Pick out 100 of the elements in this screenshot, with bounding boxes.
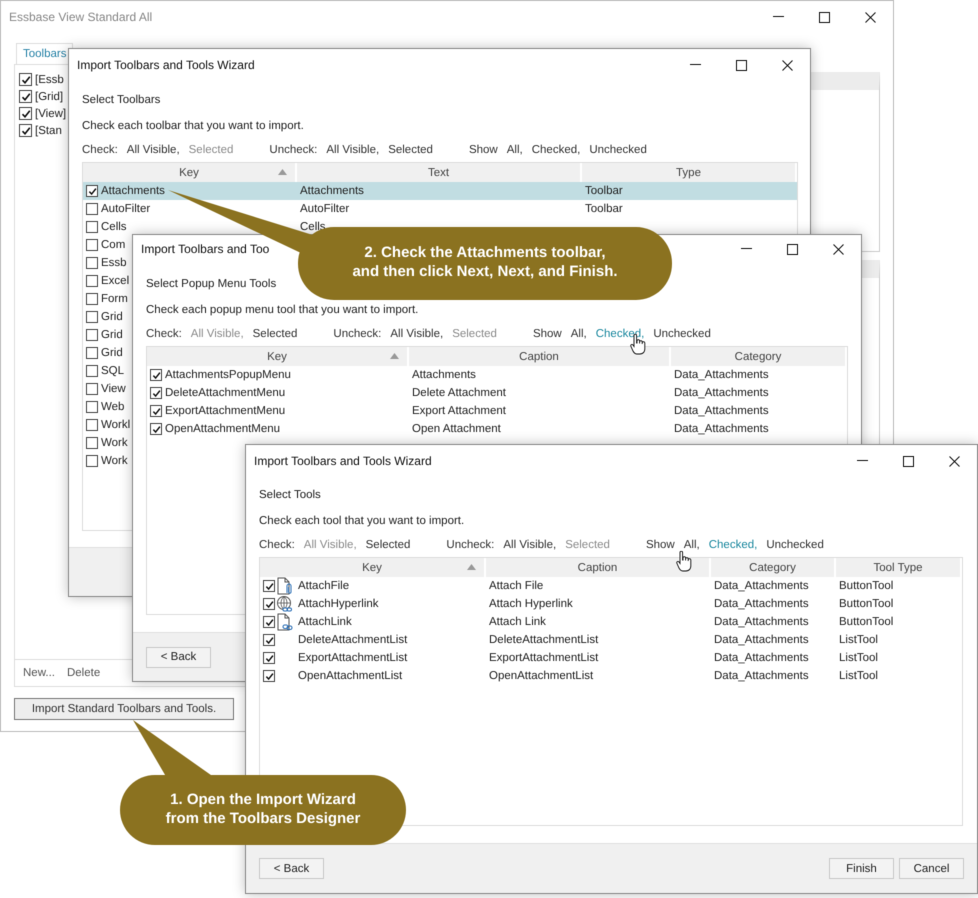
checkbox[interactable] bbox=[263, 634, 275, 646]
callout-text: 1. Open the Import Wizard bbox=[170, 790, 356, 809]
table-cell: Delete Attachment bbox=[412, 387, 506, 399]
table-cell: Workl bbox=[101, 419, 130, 431]
checkbox[interactable] bbox=[86, 185, 98, 197]
checkbox[interactable] bbox=[86, 365, 98, 377]
filter-link[interactable]: All, bbox=[684, 539, 700, 551]
column-header[interactable]: Category bbox=[671, 347, 847, 366]
dialog-button[interactable]: Cancel bbox=[899, 858, 964, 879]
filter-link[interactable]: Selected bbox=[388, 144, 433, 156]
table-cell: Attachments bbox=[101, 185, 165, 197]
close-icon bbox=[832, 244, 844, 254]
filter-link[interactable]: Unchecked bbox=[589, 144, 647, 156]
column-header[interactable]: Category bbox=[711, 558, 836, 577]
step-title: Select Toolbars bbox=[82, 93, 162, 108]
filter-link[interactable]: Checked, bbox=[708, 539, 758, 551]
checkbox[interactable] bbox=[86, 239, 98, 251]
checkbox[interactable] bbox=[86, 329, 98, 341]
table-cell: Export Attachment bbox=[412, 405, 506, 417]
checkbox[interactable] bbox=[263, 580, 275, 592]
minimize-icon bbox=[740, 248, 752, 250]
checkbox[interactable] bbox=[86, 383, 98, 395]
table-cell: Grid bbox=[101, 329, 123, 341]
instruction-text: Check each toolbar that you want to import. bbox=[82, 119, 305, 134]
table-cell: Toolbar bbox=[585, 185, 623, 197]
tab[interactable]: Toolbars bbox=[16, 43, 74, 64]
table-cell: Data_Attachments bbox=[674, 405, 769, 417]
table-cell: ButtonTool bbox=[839, 598, 894, 610]
filter-link[interactable]: All Visible, bbox=[326, 144, 380, 156]
checkbox[interactable] bbox=[150, 387, 162, 399]
dialog-button[interactable]: < Back bbox=[146, 646, 211, 668]
table-cell: Grid bbox=[101, 347, 123, 359]
table-cell: Attachments bbox=[412, 369, 476, 381]
checkbox[interactable] bbox=[86, 257, 98, 269]
checkbox[interactable] bbox=[263, 670, 275, 682]
column-header[interactable]: Key bbox=[147, 347, 409, 366]
filter-link[interactable]: Checked, bbox=[596, 328, 644, 340]
callout-text: from the Toolbars Designer bbox=[166, 809, 360, 828]
filter-link[interactable]: All Visible, bbox=[503, 539, 556, 551]
table-cell: Com bbox=[101, 239, 126, 251]
filter-link[interactable]: All Visible, bbox=[390, 328, 444, 340]
callout-text: and then click Next, Next, and Finish. bbox=[352, 262, 618, 281]
checkbox[interactable] bbox=[86, 221, 98, 233]
filter-link[interactable]: All, bbox=[570, 328, 587, 340]
checkbox[interactable] bbox=[86, 455, 98, 467]
checkbox[interactable] bbox=[263, 598, 275, 610]
callout-text: 2. Check the Attachments toolbar, bbox=[364, 243, 606, 262]
filter-link[interactable]: Unchecked bbox=[653, 328, 711, 340]
filter-link[interactable]: Checked, bbox=[532, 144, 580, 156]
checkbox[interactable] bbox=[86, 401, 98, 413]
checkbox[interactable] bbox=[86, 293, 98, 305]
filter-link[interactable]: Unchecked bbox=[766, 539, 824, 551]
toolbar-label: [Grid] bbox=[35, 90, 64, 102]
checkbox[interactable] bbox=[86, 311, 98, 323]
file-link-icon bbox=[276, 613, 293, 631]
checkbox[interactable] bbox=[86, 347, 98, 359]
checkbox[interactable] bbox=[86, 275, 98, 287]
checkbox[interactable] bbox=[86, 419, 98, 431]
toolbar-label: [Essb bbox=[35, 74, 64, 86]
step-title: Select Popup Menu Tools bbox=[146, 277, 278, 292]
panel-link[interactable]: New... bbox=[23, 667, 55, 679]
minimize-icon bbox=[772, 16, 784, 18]
table-cell: OpenAttachmentList bbox=[298, 670, 402, 682]
dialog-button[interactable]: Finish bbox=[829, 858, 894, 879]
maximize-icon bbox=[902, 456, 914, 466]
checkbox[interactable] bbox=[19, 90, 32, 103]
filter-link[interactable]: Selected bbox=[252, 328, 298, 340]
checkbox[interactable] bbox=[19, 107, 32, 120]
filter-label: Check: bbox=[146, 328, 182, 340]
checkbox[interactable] bbox=[150, 369, 162, 381]
table-cell: Data_Attachments bbox=[674, 387, 769, 399]
table-cell: Attach Hyperlink bbox=[489, 598, 573, 610]
checkbox[interactable] bbox=[86, 203, 98, 215]
table-cell: Data_Attachments bbox=[714, 652, 809, 664]
checkbox[interactable] bbox=[19, 124, 32, 137]
import-button[interactable]: Import Standard Toolbars and Tools. bbox=[14, 698, 234, 720]
globe-link-icon bbox=[276, 595, 293, 613]
checkbox[interactable] bbox=[263, 652, 275, 664]
step-title: Select Tools bbox=[259, 488, 322, 503]
table-cell: DeleteAttachmentList bbox=[298, 634, 408, 646]
filter-link[interactable]: All, bbox=[506, 144, 523, 156]
dialog-button[interactable]: < Back bbox=[259, 858, 324, 879]
checkbox[interactable] bbox=[86, 437, 98, 449]
filter-link[interactable]: All Visible, bbox=[126, 144, 180, 156]
hand-cursor-icon bbox=[676, 551, 692, 572]
table-cell: Open Attachment bbox=[412, 423, 501, 435]
checkbox[interactable] bbox=[150, 405, 162, 417]
checkbox[interactable] bbox=[150, 423, 162, 435]
filter-label: Check: bbox=[259, 539, 295, 551]
close-icon bbox=[948, 456, 960, 466]
selected-row[interactable]: Attachments Attachments Toolbar bbox=[83, 182, 797, 200]
table-cell: Data_Attachments bbox=[674, 369, 769, 381]
maximize-icon bbox=[818, 12, 830, 22]
table-cell: Web bbox=[101, 401, 124, 413]
column-header[interactable]: Tool Type bbox=[836, 558, 962, 577]
filter-link[interactable]: Selected bbox=[366, 539, 410, 551]
panel-link[interactable]: Delete bbox=[66, 667, 100, 679]
checkbox[interactable] bbox=[263, 616, 275, 628]
checkbox[interactable] bbox=[19, 73, 32, 86]
instruction-text: Check each popup menu tool that you want to import. bbox=[146, 303, 420, 318]
